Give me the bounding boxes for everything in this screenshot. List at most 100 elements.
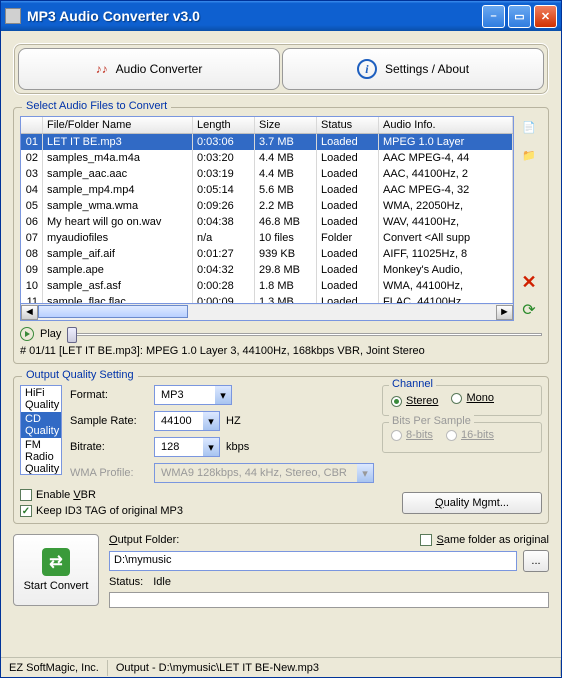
cell-name: myaudiofiles bbox=[43, 230, 193, 246]
cell-num: 11 bbox=[21, 294, 43, 304]
cell-num: 03 bbox=[21, 166, 43, 182]
cell-info: AAC, 44100Hz, 2 bbox=[379, 166, 513, 182]
cell-status: Loaded bbox=[317, 166, 379, 182]
table-row[interactable]: 06My heart will go on.wav0:04:3846.8 MBL… bbox=[21, 214, 513, 230]
samplerate-select[interactable]: 44100 ▾ bbox=[154, 411, 220, 431]
tab-settings-about[interactable]: i Settings / About bbox=[282, 48, 544, 90]
cell-status: Loaded bbox=[317, 198, 379, 214]
start-label: Start Convert bbox=[24, 580, 89, 592]
cell-length: 0:00:09 bbox=[193, 294, 255, 304]
file-side-buttons: 📄 📁 ✕ ⟳ bbox=[518, 116, 542, 321]
radio-mono[interactable]: Mono bbox=[451, 392, 494, 404]
cell-status: Loaded bbox=[317, 278, 379, 294]
cell-num: 08 bbox=[21, 246, 43, 262]
cell-name: LET IT BE.mp3 bbox=[43, 134, 193, 150]
cell-name: sample_asf.asf bbox=[43, 278, 193, 294]
status-label: Status: bbox=[109, 576, 143, 588]
cell-info: AIFF, 11025Hz, 8 bbox=[379, 246, 513, 262]
radio-stereo[interactable]: Stereo bbox=[391, 395, 438, 407]
table-row[interactable]: 03sample_aac.aac0:03:194.4 MBLoadedAAC, … bbox=[21, 166, 513, 182]
same-folder-checkbox[interactable]: Same folder as original bbox=[420, 534, 549, 546]
scroll-track[interactable] bbox=[38, 305, 496, 320]
close-button[interactable]: ✕ bbox=[534, 5, 557, 28]
hz-label: HZ bbox=[226, 415, 241, 427]
cell-length: 0:04:38 bbox=[193, 214, 255, 230]
quality-preset-list[interactable]: HiFi QualityCD QualityFM Radio QualityAM… bbox=[20, 385, 62, 475]
remove-button[interactable]: ✕ bbox=[518, 271, 540, 293]
cell-size: 1.3 MB bbox=[255, 294, 317, 304]
status-value: Idle bbox=[153, 576, 171, 588]
cell-info: AAC MPEG-4, 44 bbox=[379, 150, 513, 166]
preset-item[interactable]: HiFi Quality bbox=[21, 386, 61, 412]
cell-name: sample.ape bbox=[43, 262, 193, 278]
table-header: File/Folder Name Length Size Status Audi… bbox=[21, 117, 513, 134]
table-row[interactable]: 09sample.ape0:04:3229.8 MBLoadedMonkey's… bbox=[21, 262, 513, 278]
scroll-right-button[interactable]: ► bbox=[496, 305, 513, 320]
status-company: EZ SoftMagic, Inc. bbox=[1, 660, 108, 676]
table-row[interactable]: 01LET IT BE.mp30:03:063.7 MBLoadedMPEG 1… bbox=[21, 134, 513, 150]
cell-status: Loaded bbox=[317, 214, 379, 230]
format-select[interactable]: MP3 ▾ bbox=[154, 385, 232, 405]
output-folder-input[interactable]: D:\mymusic bbox=[109, 551, 517, 571]
minimize-button[interactable]: – bbox=[482, 5, 505, 28]
cell-length: 0:09:26 bbox=[193, 198, 255, 214]
col-size[interactable]: Size bbox=[255, 117, 317, 133]
add-folder-button[interactable]: 📁 bbox=[518, 144, 540, 166]
table-row[interactable]: 10sample_asf.asf0:00:281.8 MBLoadedWMA, … bbox=[21, 278, 513, 294]
slider-knob[interactable] bbox=[67, 327, 77, 343]
table-row[interactable]: 08sample_aif.aif0:01:27939 KBLoadedAIFF,… bbox=[21, 246, 513, 262]
radio-16bits: 16-bits bbox=[446, 429, 494, 441]
play-icon[interactable] bbox=[20, 327, 34, 341]
info-icon: i bbox=[357, 59, 377, 79]
preset-item[interactable]: FM Radio Quality bbox=[21, 438, 61, 475]
titlebar[interactable]: MP3 Audio Converter v3.0 – ▭ ✕ bbox=[1, 1, 561, 31]
chevron-down-icon[interactable]: ▾ bbox=[203, 412, 219, 430]
table-row[interactable]: 07myaudiofilesn/a10 filesFolderConvert <… bbox=[21, 230, 513, 246]
cell-size: 29.8 MB bbox=[255, 262, 317, 278]
tab-audio-converter[interactable]: ♪♪ Audio Converter bbox=[18, 48, 280, 90]
col-name[interactable]: File/Folder Name bbox=[43, 117, 193, 133]
cell-num: 05 bbox=[21, 198, 43, 214]
window-title: MP3 Audio Converter v3.0 bbox=[27, 8, 479, 24]
horizontal-scrollbar[interactable]: ◄ ► bbox=[20, 304, 514, 321]
app-window: MP3 Audio Converter v3.0 – ▭ ✕ ♪♪ Audio … bbox=[0, 0, 562, 678]
cell-name: sample_mp4.mp4 bbox=[43, 182, 193, 198]
cell-status: Loaded bbox=[317, 294, 379, 304]
quality-mgmt-button[interactable]: Quality Mgmt... bbox=[402, 492, 542, 514]
browse-folder-button[interactable]: ... bbox=[523, 550, 549, 572]
chevron-down-icon[interactable]: ▾ bbox=[203, 438, 219, 456]
delete-x-icon: ✕ bbox=[521, 272, 536, 293]
play-label[interactable]: Play bbox=[40, 328, 61, 340]
cell-length: n/a bbox=[193, 230, 255, 246]
table-row[interactable]: 11sample_flac.flac0:00:091.3 MBLoadedFLA… bbox=[21, 294, 513, 304]
start-convert-button[interactable]: ⇄ Start Convert bbox=[13, 534, 99, 606]
col-status[interactable]: Status bbox=[317, 117, 379, 133]
table-row[interactable]: 04sample_mp4.mp40:05:145.6 MBLoadedAAC M… bbox=[21, 182, 513, 198]
table-row[interactable]: 05sample_wma.wma0:09:262.2 MBLoadedWMA, … bbox=[21, 198, 513, 214]
samplerate-label: Sample Rate: bbox=[70, 415, 148, 427]
preset-item[interactable]: CD Quality bbox=[21, 412, 61, 438]
cell-size: 939 KB bbox=[255, 246, 317, 262]
keep-id3-checkbox[interactable]: ✓Keep ID3 TAG of original MP3 bbox=[20, 505, 183, 517]
music-notes-icon: ♪♪ bbox=[96, 62, 108, 76]
scroll-thumb[interactable] bbox=[38, 305, 188, 318]
add-file-button[interactable]: 📄 bbox=[518, 116, 540, 138]
kbps-label: kbps bbox=[226, 441, 249, 453]
bitrate-select[interactable]: 128 ▾ bbox=[154, 437, 220, 457]
output-quality-fieldset: Output Quality Setting HiFi QualityCD Qu… bbox=[13, 376, 549, 524]
file-table[interactable]: File/Folder Name Length Size Status Audi… bbox=[20, 116, 514, 304]
table-row[interactable]: 02samples_m4a.m4a0:03:204.4 MBLoadedAAC … bbox=[21, 150, 513, 166]
chevron-down-icon: ▾ bbox=[357, 464, 373, 482]
col-num[interactable] bbox=[21, 117, 43, 133]
tab-label: Audio Converter bbox=[116, 62, 203, 76]
maximize-button[interactable]: ▭ bbox=[508, 5, 531, 28]
cell-info: Convert <All supp bbox=[379, 230, 513, 246]
refresh-button[interactable]: ⟳ bbox=[518, 299, 540, 321]
play-slider[interactable] bbox=[67, 325, 542, 343]
col-length[interactable]: Length bbox=[193, 117, 255, 133]
chevron-down-icon[interactable]: ▾ bbox=[215, 386, 231, 404]
scroll-left-button[interactable]: ◄ bbox=[21, 305, 38, 320]
col-info[interactable]: Audio Info. bbox=[379, 117, 513, 133]
cell-num: 10 bbox=[21, 278, 43, 294]
enable-vbr-checkbox[interactable]: Enable VBR bbox=[20, 489, 183, 501]
